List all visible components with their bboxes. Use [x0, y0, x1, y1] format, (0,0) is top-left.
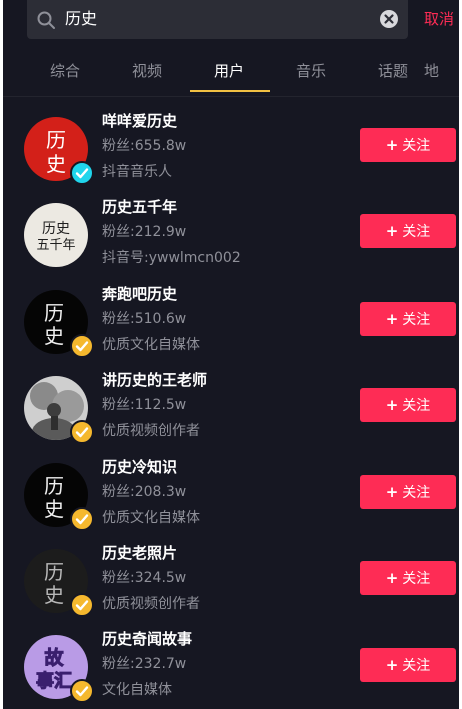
- avatar[interactable]: 历 史: [24, 463, 94, 531]
- avatar[interactable]: 故 事汇: [24, 635, 94, 703]
- user-name: 咩咩爱历史: [102, 112, 178, 130]
- avatar-text-bottom: 事汇: [36, 670, 72, 692]
- plus-icon: +: [385, 310, 399, 328]
- plus-icon: +: [385, 396, 399, 414]
- user-description: 抖音音乐人: [102, 164, 172, 180]
- avatar[interactable]: 历 史: [24, 117, 94, 185]
- verified-badge-icon: [70, 593, 94, 617]
- verified-badge-icon: [70, 334, 94, 358]
- user-list-item[interactable]: 讲历史的王老师 粉丝:112.5w 优质视频创作者 + 关注: [3, 369, 459, 455]
- active-tab-indicator: [190, 90, 270, 92]
- user-fans: 粉丝:208.3w: [102, 484, 187, 500]
- user-fans: 粉丝:655.8w: [102, 138, 187, 154]
- verified-badge-icon: [70, 507, 94, 531]
- avatar-text-top: 历: [44, 560, 64, 584]
- avatar[interactable]: 历 史: [24, 290, 94, 358]
- follow-label: 关注: [402, 398, 431, 414]
- follow-button[interactable]: + 关注: [360, 388, 456, 422]
- plus-icon: +: [385, 569, 399, 587]
- follow-label: 关注: [402, 571, 431, 587]
- follow-label: 关注: [402, 224, 431, 240]
- user-list-item[interactable]: 历 史 咩咩爱历史 粉丝:655.8w 抖音音乐人 + 关注: [3, 110, 459, 196]
- follow-button[interactable]: + 关注: [360, 475, 456, 509]
- plus-icon: +: [385, 483, 399, 501]
- follow-label: 关注: [402, 658, 431, 674]
- follow-label: 关注: [402, 138, 431, 154]
- user-name: 历史五千年: [102, 198, 178, 216]
- user-name: 奔跑吧历史: [102, 285, 178, 303]
- tab-comprehensive[interactable]: 综合: [30, 60, 100, 82]
- avatar-text-bottom: 史: [44, 324, 64, 348]
- follow-button[interactable]: + 关注: [360, 302, 456, 336]
- tab-topics[interactable]: 话题: [358, 60, 428, 82]
- user-fans: 粉丝:212.9w: [102, 224, 187, 240]
- follow-label: 关注: [402, 312, 431, 328]
- user-fans: 粉丝:112.5w: [102, 397, 187, 413]
- tab-video[interactable]: 视频: [112, 60, 182, 82]
- user-name: 历史奇闻故事: [102, 630, 193, 648]
- avatar-text-bottom: 史: [44, 583, 64, 607]
- verified-badge-icon: [70, 420, 94, 444]
- user-name: 历史老照片: [102, 544, 178, 562]
- user-name: 讲历史的王老师: [102, 371, 208, 389]
- search-bar[interactable]: 历史: [27, 0, 408, 39]
- user-fans: 粉丝:324.5w: [102, 570, 187, 586]
- user-description: 优质视频创作者: [102, 423, 200, 439]
- clear-icon[interactable]: [379, 9, 399, 29]
- avatar-text-top: 历: [46, 128, 66, 152]
- plus-icon: +: [385, 136, 399, 154]
- user-description: 优质文化自媒体: [102, 510, 200, 526]
- user-list-item[interactable]: 历 史 历史冷知识 粉丝:208.3w 优质文化自媒体 + 关注: [3, 456, 459, 542]
- avatar[interactable]: [24, 376, 94, 444]
- avatar-text-top: 故: [44, 646, 64, 669]
- avatar-text-bottom: 史: [46, 152, 66, 176]
- avatar-text-top: 历: [44, 474, 64, 498]
- avatar-text-bottom: 史: [44, 497, 64, 521]
- avatar-text-top: 历: [44, 301, 64, 325]
- user-list-item[interactable]: 历史 五千年 历史五千年 粉丝:212.9w 抖音号:ywwlmcn002 + 关…: [3, 196, 459, 282]
- tab-music[interactable]: 音乐: [276, 60, 346, 82]
- avatar[interactable]: 历史 五千年: [24, 203, 88, 267]
- follow-button[interactable]: + 关注: [360, 648, 456, 682]
- user-fans: 粉丝:510.6w: [102, 311, 187, 327]
- avatar-text-bottom: 五千年: [36, 238, 75, 253]
- follow-button[interactable]: + 关注: [360, 214, 456, 248]
- user-name: 历史冷知识: [102, 458, 178, 476]
- verified-badge-icon: [70, 679, 94, 703]
- search-input[interactable]: 历史: [65, 7, 97, 31]
- user-description: 文化自媒体: [102, 682, 172, 698]
- avatar[interactable]: 历 史: [24, 549, 94, 617]
- verified-badge-icon: [70, 161, 94, 185]
- tab-bar: 综合 视频 用户 音乐 话题 地: [3, 50, 459, 94]
- user-list-item[interactable]: 故 事汇 历史奇闻故事 粉丝:232.7w 文化自媒体 + 关注: [3, 628, 459, 709]
- user-description: 抖音号:ywwlmcn002: [102, 250, 241, 266]
- user-description: 优质文化自媒体: [102, 337, 200, 353]
- plus-icon: +: [385, 656, 399, 674]
- avatar-text-top: 历史: [42, 221, 70, 237]
- search-icon: [37, 11, 55, 29]
- screen: 历史 取消 综合 视频 用户 音乐 话题 地 历 史 咩咩爱历史 粉丝:655.…: [3, 0, 459, 709]
- cancel-button[interactable]: 取消: [424, 8, 454, 30]
- tab-users[interactable]: 用户: [194, 60, 264, 82]
- plus-icon: +: [385, 222, 399, 240]
- tab-places[interactable]: 地: [424, 60, 459, 82]
- user-list-item[interactable]: 历 史 历史老照片 粉丝:324.5w 优质视频创作者 + 关注: [3, 542, 459, 628]
- user-list-item[interactable]: 历 史 奔跑吧历史 粉丝:510.6w 优质文化自媒体 + 关注: [3, 283, 459, 369]
- divider: [3, 96, 459, 97]
- follow-button[interactable]: + 关注: [360, 128, 456, 162]
- avatar-image: 历史 五千年: [24, 203, 88, 267]
- follow-label: 关注: [402, 485, 431, 501]
- user-fans: 粉丝:232.7w: [102, 656, 187, 672]
- user-description: 优质视频创作者: [102, 596, 200, 612]
- follow-button[interactable]: + 关注: [360, 561, 456, 595]
